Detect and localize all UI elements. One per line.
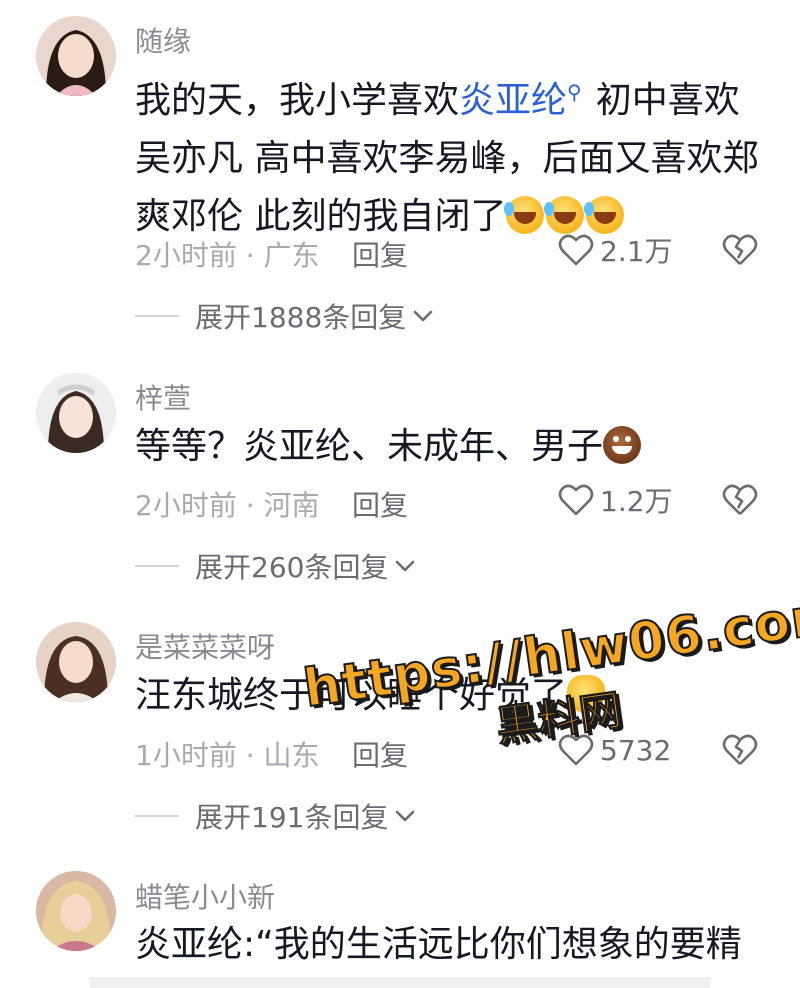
heart-icon xyxy=(558,234,594,266)
expand-replies-button[interactable]: 展开1888条回复 xyxy=(135,298,434,334)
laugh-cry-emoji xyxy=(584,196,625,234)
ok-hand-emoji xyxy=(567,675,606,713)
reply-button[interactable]: 回复 xyxy=(352,484,408,524)
search-icon[interactable]: ⚲ xyxy=(567,80,582,104)
expand-replies-label: 展开1888条回复 xyxy=(195,301,407,334)
username[interactable]: 随缘 xyxy=(135,20,191,60)
heart-icon xyxy=(558,734,594,766)
avatar[interactable] xyxy=(36,622,116,702)
chevron-down-icon xyxy=(396,560,415,572)
username[interactable]: 梓萱 xyxy=(135,377,191,417)
broken-heart-icon[interactable] xyxy=(722,232,758,268)
broken-heart-icon[interactable] xyxy=(722,732,758,768)
username[interactable]: 是菜菜菜呀 xyxy=(135,626,275,666)
time-location: 2小时前 · 广东 xyxy=(135,239,320,272)
laugh-cry-emoji xyxy=(504,196,545,234)
divider-line xyxy=(135,815,179,817)
divider-line xyxy=(135,315,179,317)
expand-replies-label: 展开260条回复 xyxy=(195,551,389,584)
expand-replies-button[interactable]: 展开191条回复 xyxy=(135,798,416,834)
laugh-cry-emoji xyxy=(544,196,585,234)
expand-replies-button[interactable]: 展开260条回复 xyxy=(135,548,416,584)
comment-text-part: 汪东城终于可以睡个好觉了 xyxy=(135,675,568,716)
comment-text-part: 我的天，我小学喜欢 xyxy=(135,80,460,121)
comment-text: 我的天，我小学喜欢炎亚纶⚲ 初中喜欢吴亦凡 高中喜欢李易峰，后面又喜欢郑爽邓伦 此… xyxy=(135,63,765,246)
like-button[interactable]: 5732 xyxy=(558,732,671,768)
like-button[interactable]: 1.2万 xyxy=(558,482,673,518)
comment-text: 炎亚纶:“我的生活远比你们想象的要精 xyxy=(135,916,765,974)
comment-text: 汪东城终于可以睡个好觉了 xyxy=(135,667,765,725)
comment-text: 等等？炎亚纶、未成年、男子 xyxy=(135,418,765,476)
comment-text-part: 炎亚纶:“我的生活远比你们想象的要精 xyxy=(135,924,742,965)
chevron-down-icon xyxy=(396,810,415,822)
comment-text-part: 等等？炎亚纶、未成年、男子 xyxy=(135,426,604,467)
brown-face-emoji xyxy=(603,426,642,464)
reply-button[interactable]: 回复 xyxy=(352,234,408,274)
avatar[interactable] xyxy=(36,373,116,453)
username[interactable]: 蜡笔小小新 xyxy=(135,876,275,916)
like-count: 5732 xyxy=(600,733,672,767)
broken-heart-icon[interactable] xyxy=(722,482,758,518)
like-count: 2.1万 xyxy=(600,235,673,268)
heart-icon xyxy=(558,484,594,516)
chevron-down-icon xyxy=(413,310,433,322)
avatar[interactable] xyxy=(36,871,116,951)
expand-replies-label: 展开191条回复 xyxy=(195,801,389,834)
search-link[interactable]: 炎亚纶 xyxy=(459,80,567,121)
like-button[interactable]: 2.1万 xyxy=(558,232,673,268)
time-location: 2小时前 · 河南 xyxy=(135,489,320,522)
time-location: 1小时前 · 山东 xyxy=(135,739,320,772)
divider-line xyxy=(135,565,179,567)
like-count: 1.2万 xyxy=(600,485,673,518)
avatar[interactable] xyxy=(36,16,116,96)
reply-button[interactable]: 回复 xyxy=(352,734,408,774)
